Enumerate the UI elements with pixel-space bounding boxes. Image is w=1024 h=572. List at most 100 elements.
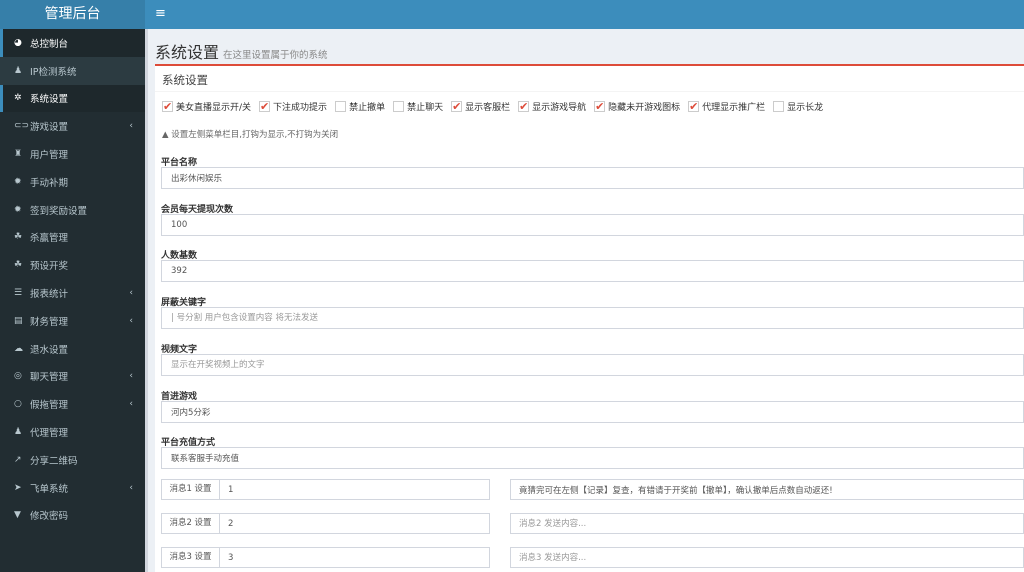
checkbox-label: 显示长龙 — [787, 103, 824, 113]
checkbox[interactable]: ✔ — [162, 101, 173, 112]
top-navbar: ≡ — [145, 0, 1024, 29]
sidebar-item[interactable]: ♜ 用户管理 — [0, 140, 145, 168]
field-input[interactable] — [161, 447, 1024, 470]
chevron-left-icon: ‹ — [129, 315, 133, 326]
sidebar-item[interactable]: ↗ 分享二维码 — [0, 446, 145, 474]
sidebar-item[interactable]: ☰ 报表统计 ‹ — [0, 279, 145, 307]
sidebar-item[interactable]: ☁ 退水设置 — [0, 335, 145, 363]
message-value-input[interactable] — [220, 480, 489, 499]
sidebar-item-label: 预设开奖 — [30, 261, 69, 273]
sidebar-item[interactable]: ▤ 财务管理 ‹ — [0, 307, 145, 335]
menu-checkboxes: ✔ 美女直播显示开/关 ✔ 下注成功提示 禁止撤单 禁止聊天 ✔ 显示客服栏 ✔ 显示游戏导航 ✔ 隐… — [162, 100, 831, 113]
box-title: 系统设置 — [155, 66, 1024, 92]
field-label: 屏蔽关键字 — [161, 298, 207, 309]
sidebar-item-label: 总控制台 — [30, 38, 69, 50]
message-content-input[interactable] — [510, 547, 1024, 568]
database-icon: ▤ — [14, 315, 23, 326]
checkbox-label: 禁止聊天 — [407, 103, 444, 113]
message-setting-group: 消息2 设置 — [161, 513, 490, 534]
chevron-left-icon: ‹ — [129, 399, 133, 410]
field-input[interactable] — [161, 260, 1024, 283]
message-row: 消息1 设置 — [161, 479, 1024, 500]
checkbox-item[interactable]: ✔ 隐藏未开游戏图标 — [594, 100, 680, 113]
sidebar-item-label: 手动补期 — [30, 177, 69, 189]
message-value-input[interactable] — [220, 514, 489, 533]
field-input[interactable] — [161, 167, 1024, 189]
checkbox-item[interactable]: ✔ 美女直播显示开/关 — [162, 100, 251, 113]
message-label: 消息3 设置 — [162, 548, 220, 567]
checkbox-label: 显示客服栏 — [465, 103, 511, 113]
form-field: 平台名称 — [161, 155, 1024, 189]
sidebar-item[interactable]: ⊂⊃ 游戏设置 ‹ — [0, 112, 145, 140]
checkbox-item[interactable]: ✔ 代理显示推广栏 — [688, 100, 765, 113]
paper-plane-icon: ➤ — [14, 482, 22, 493]
form-field: 首进游戏 — [161, 389, 1024, 423]
message-value-input[interactable] — [220, 548, 489, 567]
message-content-input[interactable] — [510, 479, 1024, 500]
checkbox[interactable]: ✔ — [594, 101, 606, 112]
settings-box: 系统设置 ✔ 美女直播显示开/关 ✔ 下注成功提示 禁止撤单 禁止聊天 ✔ 显示客服栏 ✔ 显示游… — [155, 64, 1024, 572]
form-field: 平台充值方式 — [161, 435, 1024, 470]
checkbox[interactable]: ✔ — [451, 101, 463, 112]
content: 系统设置 在这里设置属于你的系统 系统设置 ✔ 美女直播显示开/关 ✔ 下注成功提示 禁止… — [148, 29, 1024, 572]
sidebar-item-label: 代理管理 — [30, 428, 69, 440]
gear-icon: ✹ — [14, 176, 22, 187]
sidebar-item-label: 杀赢管理 — [30, 233, 69, 245]
field-label: 平台名称 — [161, 158, 198, 168]
sidebar-item[interactable]: ✹ 手动补期 — [0, 168, 145, 196]
comment-icon: ○ — [14, 399, 22, 410]
sidebar-item[interactable]: ♟ 代理管理 — [0, 418, 145, 446]
message-label: 消息2 设置 — [162, 514, 220, 533]
chevron-left-icon: ‹ — [129, 371, 133, 382]
field-input[interactable] — [161, 353, 1024, 376]
sidebar-item-label: 分享二维码 — [30, 455, 78, 467]
field-label: 首进游戏 — [161, 391, 198, 402]
sidebar-item[interactable]: ✲ 系统设置 — [0, 84, 145, 113]
checkbox-item[interactable]: 禁止撤单 — [335, 100, 385, 113]
message-content-input[interactable] — [510, 513, 1024, 534]
checkbox-item[interactable]: ✔ 下注成功提示 — [259, 100, 327, 113]
checkbox-label: 代理显示推广栏 — [702, 103, 766, 113]
chevron-left-icon: ‹ — [129, 288, 133, 299]
field-input[interactable] — [161, 213, 1024, 236]
gamepad-icon: ⊂⊃ — [14, 121, 30, 132]
sidebar-item-label: 飞单系统 — [30, 483, 69, 495]
cogs-icon: ✲ — [14, 93, 22, 104]
checkbox[interactable] — [393, 101, 405, 112]
sidebar-item-label: 签到奖励设置 — [30, 205, 88, 217]
sidebar-item-label: 财务管理 — [30, 316, 69, 328]
page-subtitle: 在这里设置属于你的系统 — [223, 50, 328, 61]
sidebar-item[interactable]: ◕ 总控制台 — [0, 29, 145, 57]
checkbox-item[interactable]: 禁止聊天 — [393, 100, 443, 113]
checkbox[interactable]: ✔ — [259, 101, 271, 112]
hamburger-icon[interactable]: ≡ — [155, 6, 166, 21]
checkbox[interactable]: ✔ — [688, 101, 700, 112]
sidebar-item-label: 修改密码 — [30, 511, 69, 523]
checkbox-item[interactable]: ✔ 显示游戏导航 — [518, 100, 586, 113]
checkbox-item[interactable]: ✔ 显示客服栏 — [451, 100, 510, 113]
sidebar-item[interactable]: ☘ 预设开奖 — [0, 251, 145, 279]
checkbox-item[interactable]: 显示长龙 — [773, 100, 823, 113]
hint: ▲ 设置左侧菜单栏目,打钩为显示,不打钩为关闭 — [162, 128, 338, 140]
warning-icon: ▲ — [162, 130, 169, 140]
sidebar-item[interactable]: ➤ 飞单系统 ‹ — [0, 474, 145, 502]
sidebar-item[interactable]: ○ 假拖管理 ‹ — [0, 390, 145, 418]
checkbox[interactable] — [335, 101, 347, 112]
form-field: 视频文字 — [161, 342, 1024, 376]
sidebar-item[interactable]: ☘ 杀赢管理 — [0, 224, 145, 252]
app-logo[interactable]: 管理后台 — [0, 0, 145, 29]
field-input[interactable] — [161, 307, 1024, 330]
checkbox-label: 隐藏未开游戏图标 — [608, 103, 681, 113]
sidebar-item[interactable]: ◎ 聊天管理 ‹ — [0, 363, 145, 391]
field-input[interactable] — [161, 400, 1024, 423]
sidebar-item-label: 假拖管理 — [30, 400, 69, 412]
checkbox[interactable]: ✔ — [518, 101, 530, 112]
sidebar-item[interactable]: ♟ IP检测系统 — [0, 56, 145, 85]
checkbox[interactable] — [773, 101, 785, 112]
comments-icon: ◎ — [14, 371, 22, 382]
sidebar-item[interactable]: ▼ 修改密码 — [0, 502, 145, 530]
cart-icon: ▼ — [14, 510, 21, 521]
sidebar-item[interactable]: ✹ 签到奖励设置 — [0, 196, 145, 224]
checkbox-label: 显示游戏导航 — [532, 103, 587, 113]
sidebar-item-label: 退水设置 — [30, 344, 69, 356]
